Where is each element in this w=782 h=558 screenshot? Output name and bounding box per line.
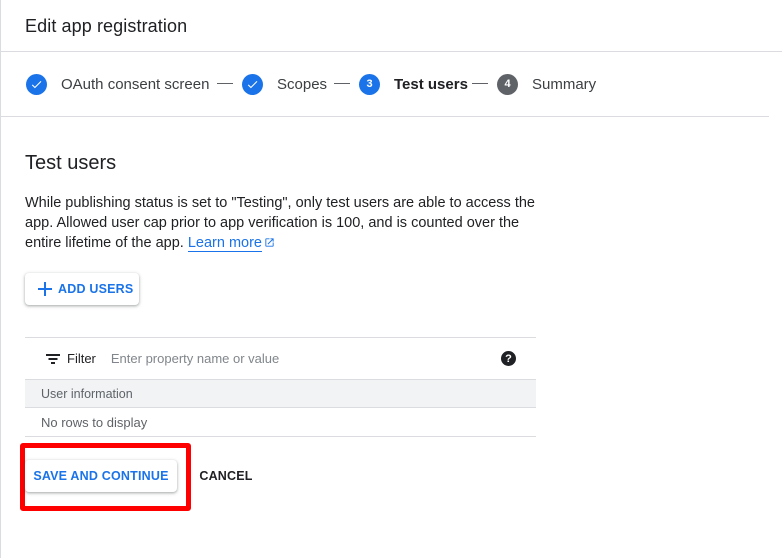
description-text: While publishing status is set to "Testi…	[25, 195, 535, 251]
filter-input[interactable]	[110, 351, 471, 366]
filter-list-icon	[46, 353, 60, 364]
step-label: Summary	[532, 75, 597, 93]
check-icon	[242, 73, 263, 95]
step-summary[interactable]: 4 Summary	[497, 73, 596, 95]
column-header-user-information[interactable]: User information	[25, 379, 536, 408]
page-title: Edit app registration	[25, 16, 188, 36]
learn-more-link[interactable]: Learn more	[187, 235, 262, 252]
empty-table-message: No rows to display	[25, 408, 536, 437]
save-and-continue-button[interactable]: SAVE AND CONTINUE	[25, 460, 177, 492]
step-scopes[interactable]: Scopes	[242, 73, 327, 95]
add-users-button[interactable]: ADD USERS	[25, 273, 139, 305]
step-label: Scopes	[277, 75, 328, 93]
section-title: Test users	[25, 152, 117, 174]
step-label: Test users	[394, 75, 468, 93]
users-table: Filter ? User information No rows to dis…	[25, 337, 536, 437]
stepper: OAuth consent screen Scopes 3 Test users…	[1, 52, 769, 117]
cancel-button[interactable]: CANCEL	[193, 460, 259, 492]
step-test-users[interactable]: 3 Test users	[359, 73, 468, 95]
step-oauth-consent-screen[interactable]: OAuth consent screen	[26, 73, 209, 95]
open-in-new-icon	[264, 234, 275, 254]
step-number-badge: 4	[497, 73, 518, 95]
check-icon	[26, 73, 47, 95]
add-users-label: ADD USERS	[58, 282, 134, 296]
step-separator	[217, 83, 233, 84]
filter-bar: Filter ?	[25, 337, 536, 379]
filter-label: Filter	[67, 351, 96, 366]
step-number-badge: 3	[359, 73, 380, 95]
step-label: OAuth consent screen	[61, 75, 210, 93]
step-separator	[334, 83, 350, 84]
page-header: Edit app registration	[1, 0, 782, 52]
step-separator	[472, 83, 488, 84]
plus-icon	[38, 282, 52, 296]
help-icon[interactable]: ?	[501, 351, 516, 366]
section-description: While publishing status is set to "Testi…	[25, 193, 545, 254]
